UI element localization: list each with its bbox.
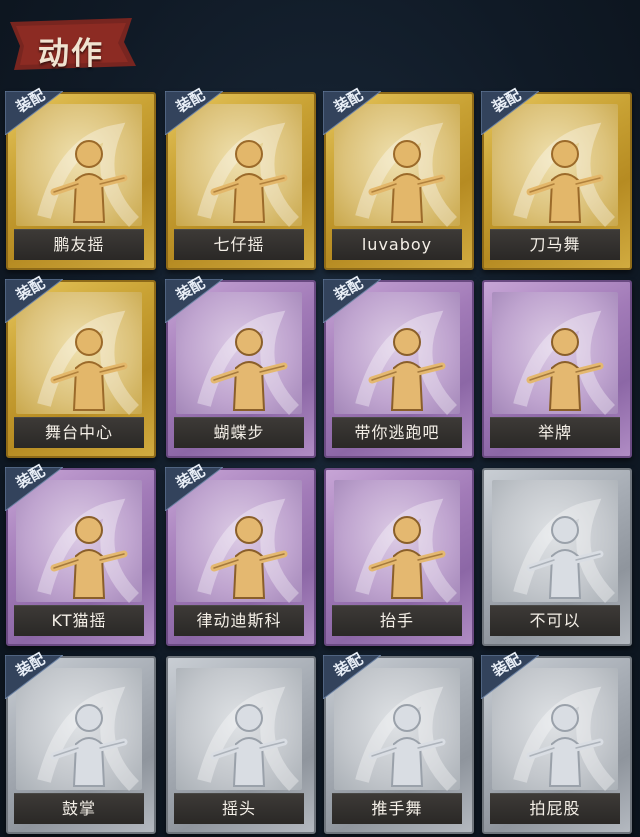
card-label-bar: luvaboy — [332, 229, 462, 260]
action-card[interactable]: 拍屁股 装配 — [481, 650, 632, 834]
card-art — [492, 292, 618, 415]
card-label: 鼓掌 — [61, 799, 96, 818]
shake-head-icon — [197, 686, 300, 791]
action-card[interactable]: 摇头 — [166, 656, 316, 834]
card-label-bar: 拍屁股 — [490, 793, 620, 824]
card-art — [334, 480, 460, 603]
card-label-bar: 鼓掌 — [14, 793, 144, 824]
equipped-badge: 装配 — [165, 462, 223, 511]
dance-pose-cross-arms-icon — [37, 122, 140, 227]
page-title: 动作 — [38, 36, 104, 72]
card-label-bar: 鹏友摇 — [14, 229, 144, 260]
action-card[interactable]: KT猫摇 装配 — [5, 462, 156, 646]
card-label-bar: 摇头 — [174, 793, 304, 824]
card-label-bar: 不可以 — [490, 605, 620, 636]
dance-pose-point-icon — [197, 310, 300, 415]
dance-pose-disco-icon — [197, 498, 300, 603]
card-label-bar: 带你逃跑吧 — [332, 417, 462, 448]
card-label: 刀马舞 — [529, 235, 581, 254]
push-hand-dance-icon — [355, 686, 458, 791]
equipped-badge: 装配 — [481, 650, 539, 699]
card-label: 七仔摇 — [213, 235, 265, 254]
header: 动作 — [0, 0, 640, 84]
action-card[interactable]: 鹏友摇 装配 — [5, 86, 156, 270]
dance-pose-arm-wave-icon — [197, 122, 300, 227]
card-label: 舞台中心 — [44, 423, 113, 442]
equipped-badge: 装配 — [323, 650, 381, 699]
card-label: KT猫摇 — [51, 611, 107, 630]
finger-wag-icon — [513, 498, 616, 603]
raise-hand-icon — [355, 498, 458, 603]
equipped-badge: 装配 — [5, 274, 63, 323]
equipped-badge: 装配 — [481, 86, 539, 135]
action-card[interactable]: 举牌 — [482, 280, 632, 458]
card-label: 蝴蝶步 — [213, 423, 265, 442]
card-label: 举牌 — [537, 423, 572, 442]
card-art — [492, 480, 618, 603]
card-label: 拍屁股 — [529, 799, 581, 818]
action-card[interactable]: 不可以 — [482, 468, 632, 646]
card-art — [176, 668, 302, 791]
action-card[interactable]: 律动迪斯科 装配 — [165, 462, 316, 646]
card-label-bar: 蝴蝶步 — [174, 417, 304, 448]
card-label-bar: 刀马舞 — [490, 229, 620, 260]
action-card[interactable]: 七仔摇 装配 — [165, 86, 316, 270]
card-label: 推手舞 — [371, 799, 423, 818]
dance-pose-music-icon — [37, 498, 140, 603]
dance-pose-sparkle-icon — [37, 310, 140, 415]
dance-pose-sway-icon — [513, 122, 616, 227]
equipped-badge: 装配 — [323, 274, 381, 323]
card-label: 鹏友摇 — [53, 235, 105, 254]
equipped-badge: 装配 — [5, 650, 63, 699]
action-card[interactable]: 抬手 — [324, 468, 474, 646]
equipped-badge: 装配 — [165, 86, 223, 135]
card-label-bar: KT猫摇 — [14, 605, 144, 636]
card-label: 带你逃跑吧 — [354, 423, 440, 442]
title-tag: 动作 — [6, 12, 138, 74]
card-label-bar: 七仔摇 — [174, 229, 304, 260]
dance-pose-run-icon — [355, 310, 458, 415]
card-label: luvaboy — [361, 235, 433, 254]
card-label: 抬手 — [379, 611, 414, 630]
butt-slap-icon — [513, 686, 616, 791]
card-label: 摇头 — [221, 799, 256, 818]
equipped-badge: 装配 — [165, 274, 223, 323]
card-label-bar: 推手舞 — [332, 793, 462, 824]
equipped-badge: 装配 — [5, 86, 63, 135]
card-label: 不可以 — [529, 611, 581, 630]
card-label-bar: 舞台中心 — [14, 417, 144, 448]
equipped-badge: 装配 — [323, 86, 381, 135]
action-card[interactable]: 鼓掌 装配 — [5, 650, 156, 834]
dance-pose-dab-icon — [355, 122, 458, 227]
action-card[interactable]: 舞台中心 装配 — [5, 274, 156, 458]
card-label-bar: 举牌 — [490, 417, 620, 448]
action-card[interactable]: luvaboy 装配 — [323, 86, 474, 270]
action-card[interactable]: 推手舞 装配 — [323, 650, 474, 834]
clap-hands-icon — [37, 686, 140, 791]
equipped-badge: 装配 — [5, 462, 63, 511]
card-label-bar: 抬手 — [332, 605, 462, 636]
action-card[interactable]: 蝴蝶步 装配 — [165, 274, 316, 458]
card-label: 律动迪斯科 — [196, 611, 282, 630]
hold-sign-icon — [513, 310, 616, 415]
card-label-bar: 律动迪斯科 — [174, 605, 304, 636]
action-card[interactable]: 刀马舞 装配 — [481, 86, 632, 270]
action-card[interactable]: 带你逃跑吧 装配 — [323, 274, 474, 458]
